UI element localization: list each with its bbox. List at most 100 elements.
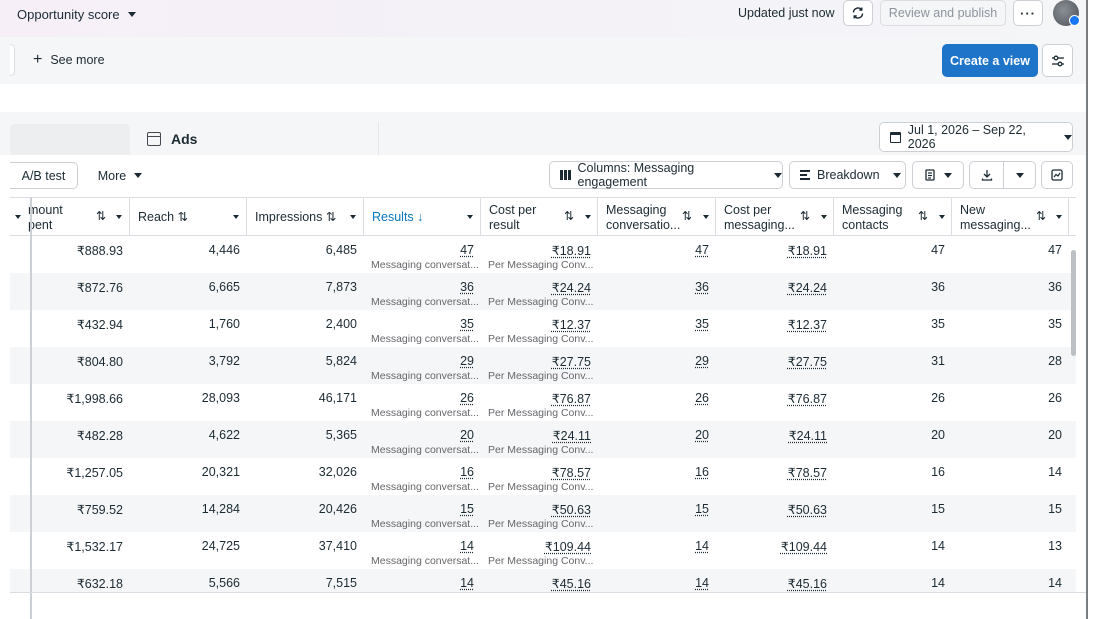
cell-value[interactable]: ₹27.75 [788,354,827,369]
cell-value: 7,515 [325,576,357,590]
export-options-dropdown[interactable] [1004,172,1035,178]
cell-value[interactable]: 14 [460,576,474,590]
cell-value[interactable]: 14 [695,539,709,553]
table-row[interactable]: ₹804.80 3,792 5,824 29 Messaging conversat..… [10,347,1076,384]
sort-icon[interactable]: ⇅ [1036,209,1046,223]
cell-value[interactable]: 29 [695,354,709,368]
cell-value[interactable]: ₹76.87 [788,391,827,406]
review-and-publish-button[interactable]: Review and publish [880,0,1006,26]
caret-down-icon[interactable] [467,215,473,219]
table-row[interactable]: ₹888.93 4,446 6,485 47 Messaging conversat..… [10,236,1076,273]
cell-value[interactable]: ₹50.63 [788,502,827,517]
table-row[interactable]: ₹759.52 14,284 20,426 15 Messaging conversat… [10,495,1076,532]
cell-value[interactable]: 20 [460,428,474,442]
cell-value[interactable]: 29 [460,354,474,368]
caret-down-icon[interactable] [585,215,591,219]
table-row[interactable]: ₹432.94 1,760 2,400 35 Messaging conversat..… [10,310,1076,347]
sort-icon[interactable]: ⇅ [564,209,574,223]
cell-value[interactable]: ₹45.16 [788,576,827,591]
caret-down-icon[interactable] [703,215,709,219]
create-a-view-button[interactable]: Create a view [942,44,1038,77]
cell-value[interactable]: ₹24.11 [789,428,827,443]
caret-down-icon[interactable] [1056,215,1062,219]
cell-value: 15 [1048,502,1062,516]
view-settings-button[interactable] [1042,44,1073,77]
header-new-messaging[interactable]: New messaging... ⇅ [952,198,1069,236]
cell-value[interactable]: ₹18.91 [552,243,591,258]
cell-value[interactable]: ₹78.57 [788,465,827,480]
header-cost-per-result[interactable]: Cost per result ⇅ [481,198,598,236]
cell-value[interactable]: ₹109.44 [781,539,827,554]
date-range-picker[interactable]: Jul 1, 2026 – Sep 22, 2026 [879,122,1073,152]
cell-value[interactable]: 47 [695,243,709,257]
cell-value[interactable]: ₹12.37 [788,317,827,332]
caret-down-icon[interactable] [116,215,122,219]
cell-value[interactable]: 14 [460,539,474,553]
cell-value[interactable]: 26 [695,391,709,405]
cell-value[interactable]: ₹24.24 [552,280,591,295]
cell-value[interactable]: ₹45.16 [552,576,591,591]
sort-icon[interactable]: ⇅ [96,209,106,223]
cell-value[interactable]: 20 [695,428,709,442]
caret-down-icon[interactable] [350,215,356,219]
columns-icon [560,170,571,180]
cell-value[interactable]: 35 [460,317,474,331]
cell-value[interactable]: 35 [695,317,709,331]
table-row[interactable]: ₹1,998.66 28,093 46,171 26 Messaging convers… [10,384,1076,421]
cell-cost-msg: ₹27.75 [716,347,834,384]
tab-ad-sets[interactable] [10,124,130,155]
cell-value[interactable]: ₹24.24 [788,280,827,295]
header-messaging-contacts[interactable]: Messaging contacts ⇅ [834,198,952,236]
cell-value[interactable]: ₹18.91 [788,243,827,258]
charts-button[interactable] [1041,161,1073,189]
scrollbar-thumb[interactable] [1071,250,1076,356]
table-row[interactable]: ₹872.76 6,665 7,873 36 Messaging conversat..… [10,273,1076,310]
columns-dropdown[interactable]: Columns: Messaging engagement [549,161,783,189]
caret-down-icon[interactable] [233,215,239,219]
header-messaging-conversations[interactable]: Messaging conversatio... ⇅ [598,198,716,236]
cell-value[interactable]: 16 [695,465,709,479]
table-row[interactable]: ₹1,257.05 20,321 32,026 16 Messaging convers… [10,458,1076,495]
cell-value[interactable]: 36 [460,280,474,294]
cell-value[interactable]: 26 [460,391,474,405]
header-results[interactable]: Results ↓ [364,198,481,236]
sort-icon[interactable]: ⇅ [682,209,692,223]
more-options-button[interactable]: ··· [1013,0,1043,26]
refresh-button[interactable] [843,0,873,26]
breakdown-dropdown[interactable]: Breakdown [789,161,906,189]
export-button[interactable] [970,162,1004,188]
see-more-button[interactable]: + See more [33,52,105,68]
cell-value[interactable]: ₹24.11 [553,428,591,443]
opportunity-score-dropdown[interactable]: Opportunity score [17,7,136,22]
cell-value[interactable]: ₹27.75 [552,354,591,369]
cell-impressions: 6,485 [247,236,364,273]
header-reach[interactable]: Reach ⇅ [130,198,247,236]
ab-test-button[interactable]: A/B test [10,162,78,189]
cell-value: 7,873 [325,280,357,294]
cell-value[interactable]: ₹109.44 [545,539,591,554]
tab-ads[interactable]: Ads [137,122,379,155]
cell-value[interactable]: 15 [695,502,709,516]
caret-down-icon[interactable] [939,215,945,219]
reports-dropdown[interactable] [912,161,964,189]
more-button[interactable]: More [90,162,150,189]
cell-value[interactable]: 36 [695,280,709,294]
cell-value[interactable]: 16 [460,465,474,479]
header-amount-spent[interactable]: mount pent ⇅ [10,198,130,236]
table-row[interactable]: ₹632.18 5,566 7,515 14 ₹45.16 14 ₹45.16 14 14 [10,569,1076,592]
table-row[interactable]: ₹1,532.17 24,725 37,410 14 Messaging convers… [10,532,1076,569]
header-cost-per-messaging[interactable]: Cost per messaging... ⇅ [716,198,834,236]
caret-down-icon[interactable] [821,215,827,219]
cell-value[interactable]: ₹50.63 [552,502,591,517]
table-row[interactable]: ₹482.28 4,622 5,365 20 Messaging conversat..… [10,421,1076,458]
ads-icon [147,131,161,146]
header-impressions[interactable]: Impressions ⇅ [247,198,364,236]
cell-value[interactable]: ₹78.57 [552,465,591,480]
cell-value[interactable]: 47 [460,243,474,257]
cell-value[interactable]: 15 [460,502,474,516]
cell-value[interactable]: ₹76.87 [552,391,591,406]
sort-icon[interactable]: ⇅ [918,209,928,223]
cell-value[interactable]: ₹12.37 [552,317,591,332]
cell-value[interactable]: 14 [695,576,709,590]
sort-icon[interactable]: ⇅ [800,209,810,223]
